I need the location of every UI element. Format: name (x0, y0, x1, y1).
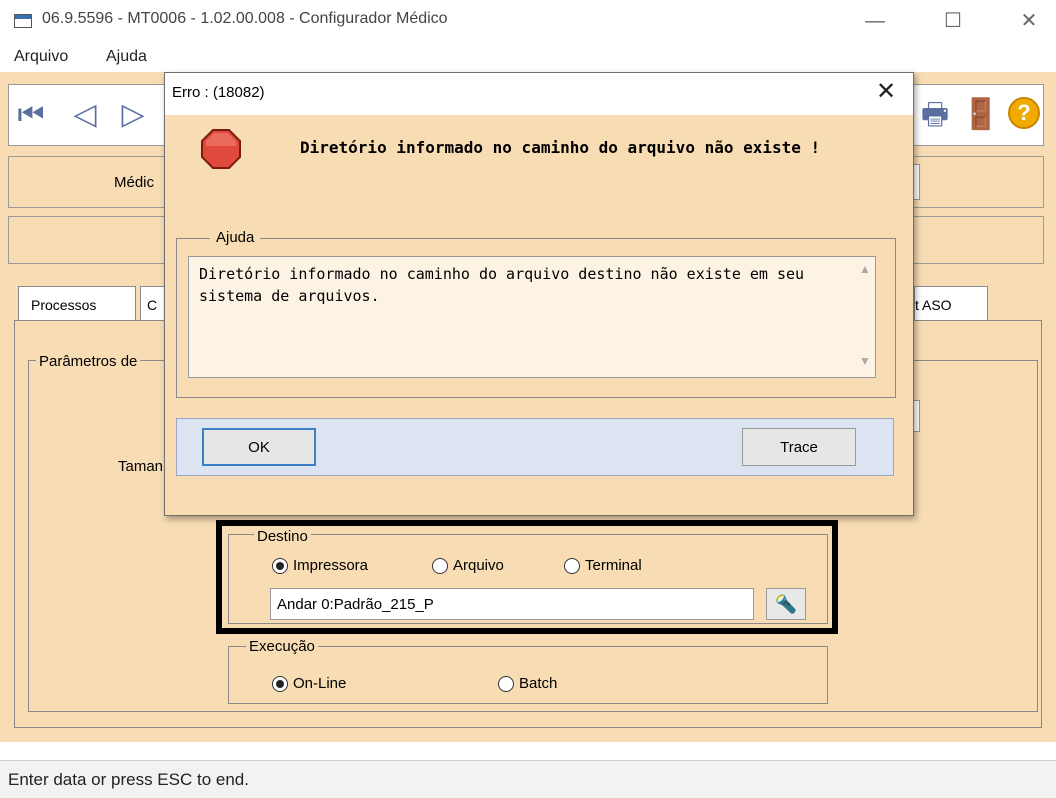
dialog-title: Erro : (18082) (172, 84, 265, 101)
tab-aso[interactable]: t ASO (914, 286, 988, 322)
highlight-box (216, 520, 838, 634)
params-legend: Parâmetros de (36, 353, 141, 370)
tab-processos[interactable]: Processos (18, 286, 136, 322)
scroll-up-icon[interactable]: ▲ (858, 262, 872, 276)
status-text: Enter data or press ESC to end. (8, 770, 249, 789)
execucao-legend: Execução (246, 638, 318, 655)
next-record-icon[interactable]: ▷ (118, 96, 148, 134)
help-icon[interactable]: ? (1008, 97, 1040, 129)
maximize-button[interactable]: ☐ (930, 6, 976, 36)
radio-online[interactable] (272, 676, 288, 692)
first-record-icon[interactable]: ⏮ (16, 96, 46, 134)
window-title: 06.9.5596 - MT0006 - 1.02.00.008 - Confi… (42, 10, 448, 27)
exit-icon[interactable]: 🚪 (962, 96, 999, 134)
menu-arquivo[interactable]: Arquivo (14, 48, 68, 66)
trace-button[interactable]: Trace (742, 428, 856, 466)
previous-record-icon[interactable]: ◁ (70, 96, 100, 134)
ok-button[interactable]: OK (202, 428, 316, 466)
stop-icon (201, 129, 241, 169)
error-message: Diretório informado no caminho do arquiv… (300, 138, 821, 157)
print-icon[interactable]: 🖶 (920, 96, 950, 134)
radio-batch[interactable] (498, 676, 514, 692)
dialog-title-bar (165, 73, 913, 115)
radio-batch-label: Batch (519, 675, 558, 692)
app-icon (14, 14, 32, 28)
tamanho-label: Taman (118, 458, 164, 475)
menu-bar (0, 44, 1056, 70)
scroll-down-icon[interactable]: ▼ (858, 354, 872, 368)
window-close-button[interactable]: ✕ (1006, 6, 1052, 36)
minimize-button[interactable]: — (852, 6, 898, 36)
radio-online-label: On-Line (293, 675, 347, 692)
ajuda-legend: Ajuda (210, 229, 261, 246)
ajuda-text-area[interactable]: Diretório informado no caminho do arquiv… (188, 256, 876, 378)
medico-label: Médic (114, 174, 155, 191)
dialog-close-icon[interactable]: ✕ (870, 76, 902, 108)
menu-ajuda[interactable]: Ajuda (106, 48, 147, 66)
